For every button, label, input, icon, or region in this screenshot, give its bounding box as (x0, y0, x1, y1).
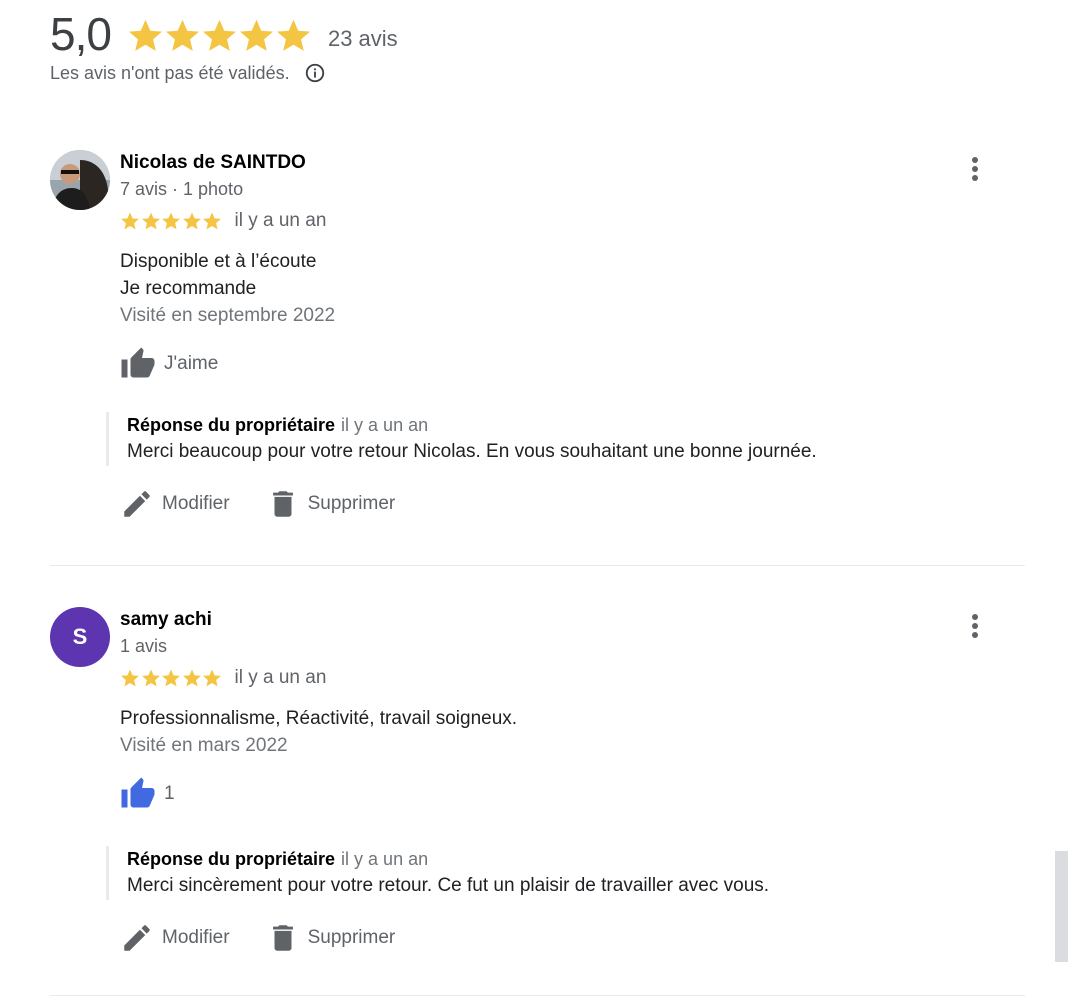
review-stars (120, 668, 223, 688)
like-count: 1 (164, 783, 175, 804)
more-vert-icon[interactable] (965, 154, 985, 184)
divider (50, 995, 1025, 996)
star-icon (161, 668, 181, 688)
review-date: il y a un an (234, 210, 327, 231)
reply-title: Réponse du propriétaire (127, 849, 336, 869)
scrollbar-thumb[interactable] (1055, 851, 1068, 962)
avatar[interactable]: S (50, 607, 110, 667)
rating-summary: 5,0 23 avis Les avis n'ont pas été valid… (50, 8, 398, 84)
delete-label: Supprimer (307, 493, 396, 514)
review-count: 23 avis (327, 26, 398, 51)
star-icon (182, 211, 202, 231)
star-icon (182, 668, 202, 688)
thumb-up-icon (120, 346, 156, 382)
review-text-line: Je recommande (120, 278, 257, 299)
owner-reply: Réponse du propriétaire il y a un an Merc… (106, 412, 1000, 466)
disclaimer-text: Les avis n'ont pas été validés. (50, 62, 290, 83)
reply-date: il y a un an (341, 849, 429, 869)
like-button[interactable]: 1 (120, 774, 1000, 814)
visit-date: Visité en septembre 2022 (120, 305, 336, 326)
pencil-icon (120, 487, 154, 521)
reviewer-meta: 7 avis · 1 photo (120, 179, 244, 199)
star-icon (238, 17, 275, 54)
star-icon (202, 211, 222, 231)
star-icon (120, 211, 140, 231)
reviewer-name[interactable]: samy achi (120, 607, 1000, 633)
owner-reply: Réponse du propriétaire il y a un an Merc… (106, 846, 1000, 900)
star-icon (201, 17, 238, 54)
reply-text: Merci beaucoup pour votre retour Nicolas… (127, 441, 817, 462)
star-icon (127, 17, 164, 54)
info-icon[interactable] (304, 62, 326, 84)
review-date: il y a un an (234, 667, 327, 688)
divider (50, 565, 1025, 566)
pencil-icon (120, 921, 154, 955)
edit-reply-button[interactable]: Modifier (120, 921, 230, 955)
average-stars (127, 17, 312, 54)
reply-date: il y a un an (341, 415, 429, 435)
star-icon (141, 668, 161, 688)
review-card: S samy achi 1 avis il y a un an Professi… (50, 607, 1025, 967)
like-button[interactable]: J'aime (120, 344, 1000, 384)
star-icon (275, 17, 312, 54)
reviewer-name[interactable]: Nicolas de SAINTDO (120, 150, 1000, 176)
edit-label: Modifier (162, 927, 230, 948)
delete-reply-button[interactable]: Supprimer (266, 487, 396, 521)
more-vert-icon[interactable] (965, 611, 985, 641)
trash-icon (266, 921, 300, 955)
avatar[interactable] (50, 150, 110, 210)
review-card: Nicolas de SAINTDO 7 avis · 1 photo il y… (50, 150, 1025, 530)
review-stars (120, 211, 223, 231)
star-icon (141, 211, 161, 231)
star-icon (161, 211, 181, 231)
delete-label: Supprimer (307, 927, 396, 948)
edit-reply-button[interactable]: Modifier (120, 487, 230, 521)
like-label: J'aime (164, 353, 219, 374)
thumb-up-icon (120, 776, 156, 812)
star-icon (164, 17, 201, 54)
trash-icon (266, 487, 300, 521)
star-icon (202, 668, 222, 688)
reply-text: Merci sincèrement pour votre retour. Ce … (127, 875, 770, 896)
edit-label: Modifier (162, 493, 230, 514)
review-text-line: Professionnalisme, Réactivité, travail s… (120, 708, 518, 729)
visit-date: Visité en mars 2022 (120, 735, 288, 756)
reviewer-meta: 1 avis (120, 636, 168, 656)
reply-title: Réponse du propriétaire (127, 415, 336, 435)
star-icon (120, 668, 140, 688)
average-score: 5,0 (50, 8, 112, 60)
review-text-line: Disponible et à l’écoute (120, 251, 317, 272)
delete-reply-button[interactable]: Supprimer (266, 921, 396, 955)
